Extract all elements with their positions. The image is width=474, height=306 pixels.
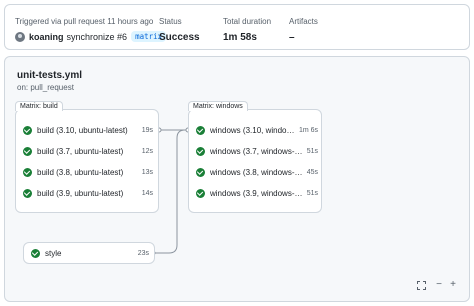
- matrix-windows-group: Matrix: windows windows (3.10, windows-l…: [188, 101, 322, 213]
- plus-icon: +: [450, 279, 456, 290]
- success-check-icon: [196, 167, 205, 177]
- job-name: windows (3.10, windows-latest): [210, 125, 295, 135]
- zoom-out-button[interactable]: −: [433, 279, 445, 291]
- job-name: style: [45, 248, 62, 258]
- job-build-3-10[interactable]: build (3.10, ubuntu-latest) 19s: [23, 121, 153, 139]
- success-check-icon: [23, 167, 32, 177]
- job-name: build (3.8, ubuntu-latest): [37, 167, 124, 177]
- job-name: windows (3.7, windows-latest): [210, 146, 303, 156]
- duration-value: 1m 58s: [223, 32, 257, 43]
- job-name: build (3.7, ubuntu-latest): [37, 146, 124, 156]
- job-duration: 51s: [306, 189, 318, 197]
- job-name: build (3.9, ubuntu-latest): [37, 188, 124, 198]
- success-check-icon: [23, 188, 32, 198]
- job-build-3-8[interactable]: build (3.8, ubuntu-latest) 13s: [23, 163, 153, 181]
- job-duration: 12s: [141, 147, 153, 155]
- run-summary: Triggered via pull request 11 hours ago …: [4, 4, 470, 50]
- job-duration: 13s: [141, 168, 153, 176]
- matrix-build-label: Matrix: build: [15, 101, 63, 111]
- workflow-title: unit-tests.yml: [17, 70, 83, 81]
- success-check-icon: [196, 125, 205, 135]
- matrix-windows-label: Matrix: windows: [188, 101, 248, 111]
- user-link[interactable]: koaning: [29, 32, 64, 42]
- fullscreen-icon: [416, 280, 426, 290]
- trigger-section: Triggered via pull request 11 hours ago …: [15, 17, 167, 42]
- job-windows-3-9[interactable]: windows (3.9, windows-latest) 51s: [196, 184, 318, 202]
- trigger-label: Triggered via pull request 11 hours ago: [15, 17, 154, 26]
- job-build-3-7[interactable]: build (3.7, ubuntu-latest) 12s: [23, 142, 153, 160]
- duration-label: Total duration: [223, 17, 272, 26]
- job-windows-3-10[interactable]: windows (3.10, windows-latest) 1m 6s: [196, 121, 318, 139]
- job-name: windows (3.9, windows-latest): [210, 188, 303, 198]
- success-check-icon: [196, 146, 205, 156]
- job-duration: 19s: [141, 126, 153, 134]
- zoom-in-button[interactable]: +: [447, 279, 459, 291]
- event-text[interactable]: synchronize #6: [67, 32, 128, 42]
- workflow-trigger: on: pull_request: [17, 83, 74, 92]
- success-check-icon: [31, 248, 40, 258]
- duration-section: Total duration 1m 58s: [223, 17, 271, 43]
- user-avatar[interactable]: [15, 31, 25, 42]
- job-name: build (3.10, ubuntu-latest): [37, 125, 128, 135]
- job-duration: 14s: [141, 189, 153, 197]
- job-style-row[interactable]: style 23s: [31, 244, 149, 262]
- job-duration: 1m 6s: [298, 126, 318, 134]
- job-duration: 23s: [137, 249, 149, 257]
- workflow-graph[interactable]: unit-tests.yml on: pull_request Matrix: …: [4, 56, 470, 302]
- artifacts-section: Artifacts –: [289, 17, 318, 43]
- status-value: Success: [159, 32, 200, 43]
- success-check-icon: [23, 125, 32, 135]
- status-section: Status Success: [159, 17, 200, 43]
- minus-icon: −: [436, 279, 442, 290]
- job-windows-3-7[interactable]: windows (3.7, windows-latest) 51s: [196, 142, 318, 160]
- job-style[interactable]: style 23s: [23, 242, 155, 264]
- fullscreen-button[interactable]: [415, 279, 427, 291]
- job-name: windows (3.8, windows-latest): [210, 167, 303, 177]
- success-check-icon: [196, 188, 205, 198]
- job-build-3-9[interactable]: build (3.9, ubuntu-latest) 14s: [23, 184, 153, 202]
- matrix-build-group: Matrix: build build (3.10, ubuntu-latest…: [15, 101, 159, 213]
- artifacts-value: –: [289, 32, 295, 43]
- job-duration: 51s: [306, 147, 318, 155]
- status-label: Status: [159, 17, 182, 26]
- success-check-icon: [23, 146, 32, 156]
- job-duration: 45s: [306, 168, 318, 176]
- artifacts-label: Artifacts: [289, 17, 318, 26]
- job-windows-3-8[interactable]: windows (3.8, windows-latest) 45s: [196, 163, 318, 181]
